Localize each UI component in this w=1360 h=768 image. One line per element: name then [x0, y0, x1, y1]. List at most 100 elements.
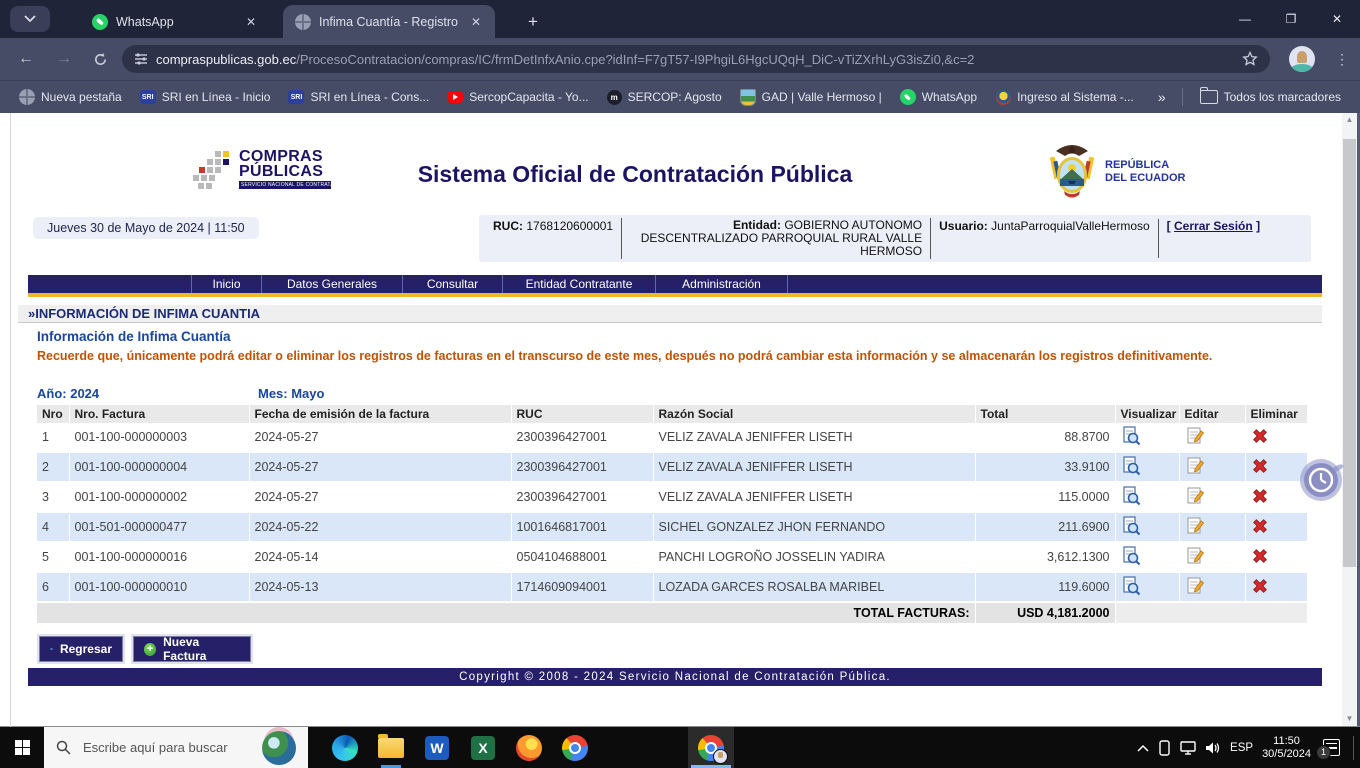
cell-total: 211.6900	[975, 512, 1115, 542]
edit-icon[interactable]	[1185, 495, 1205, 509]
delete-icon[interactable]	[1251, 524, 1269, 538]
bookmark-gad-valle-hermoso[interactable]: GAD | Valle Hermoso |	[731, 86, 891, 108]
scroll-down-icon[interactable]: ▼	[1342, 712, 1357, 726]
word-icon: W	[425, 736, 449, 760]
regresar-button[interactable]: Regresar	[39, 636, 123, 662]
cell-fecha: 2024-05-27	[249, 423, 511, 452]
restore-button[interactable]: ❐	[1268, 0, 1314, 38]
notification-center-icon[interactable]: 1	[1320, 739, 1340, 757]
taskbar-search[interactable]	[44, 727, 308, 768]
view-icon[interactable]	[1121, 495, 1141, 509]
taskbar-clock[interactable]: 11:50 30/5/2024	[1262, 735, 1311, 761]
taskbar-edge[interactable]	[322, 727, 368, 768]
logout-link[interactable]: Cerrar Sesión	[1174, 219, 1253, 233]
tab-infima-cuantia[interactable]: Infima Cuantía - Registro ✕	[283, 5, 495, 38]
edit-icon[interactable]	[1185, 435, 1205, 449]
language-indicator[interactable]: ESP	[1230, 742, 1253, 754]
taskbar-excel[interactable]: X	[460, 727, 506, 768]
volume-icon[interactable]	[1205, 741, 1221, 755]
network-icon[interactable]	[1180, 741, 1196, 755]
col-header-nro: Nro	[37, 405, 69, 423]
chrome-icon	[698, 735, 724, 761]
nav-item-administracion[interactable]: Administración	[655, 275, 788, 293]
cell-nro: 1	[37, 423, 69, 452]
view-icon[interactable]	[1121, 585, 1141, 599]
site-settings-icon[interactable]	[134, 52, 148, 66]
bookmark-nueva-pestana[interactable]: Nueva pestaña	[10, 86, 131, 108]
close-button[interactable]: ✕	[1314, 0, 1360, 38]
seal-text-line2: DEL ECUADOR	[1105, 172, 1185, 184]
cell-nro: 4	[37, 512, 69, 542]
bookmarks-overflow-button[interactable]: »	[1150, 89, 1174, 105]
delete-icon[interactable]	[1251, 434, 1269, 448]
bookmark-sri-consultas[interactable]: SRI SRI en Línea - Cons...	[279, 87, 438, 107]
edit-icon[interactable]	[1185, 585, 1205, 599]
bookmark-ingreso-sistema[interactable]: Ingreso al Sistema -...	[986, 86, 1143, 108]
cell-razon: VELIZ ZAVALA JENIFFER LISETH	[653, 452, 975, 482]
tab-close-icon[interactable]: ✕	[244, 15, 258, 29]
forward-icon[interactable]: →	[52, 47, 76, 71]
bookmark-whatsapp[interactable]: WhatsApp	[891, 86, 986, 108]
taskbar-explorer[interactable]	[368, 727, 414, 768]
cell-razon: LOZADA GARCES ROSALBA MARIBEL	[653, 572, 975, 602]
tab-search-button[interactable]	[10, 6, 50, 32]
start-button[interactable]	[0, 727, 44, 768]
view-icon[interactable]	[1121, 435, 1141, 449]
chevron-down-icon	[24, 15, 36, 23]
reload-icon[interactable]	[88, 47, 112, 71]
profile-avatar[interactable]	[1289, 46, 1315, 72]
search-icon	[56, 740, 71, 755]
delete-icon[interactable]	[1251, 554, 1269, 568]
cell-factura: 001-100-000000004	[69, 452, 249, 482]
page-border	[10, 113, 11, 727]
delete-icon[interactable]	[1251, 494, 1269, 508]
nav-item-consultar[interactable]: Consultar	[402, 275, 502, 293]
new-tab-button[interactable]: +	[520, 9, 546, 35]
edge-icon	[332, 735, 358, 761]
page-scrollbar[interactable]: ▲ ▼	[1342, 113, 1357, 726]
bookmark-sercopcapacita[interactable]: SercopCapacita - Yo...	[438, 87, 597, 107]
taskbar-chrome-active[interactable]	[688, 727, 734, 768]
tab-close-icon[interactable]: ✕	[469, 15, 483, 29]
minimize-button[interactable]: —	[1222, 0, 1268, 38]
table-row: 6 001-100-000000010 2024-05-13 171460909…	[37, 572, 1307, 602]
delete-icon[interactable]	[1251, 584, 1269, 598]
nav-item-entidad-contratante[interactable]: Entidad Contratante	[502, 275, 655, 293]
scrollbar-thumb[interactable]	[1343, 139, 1356, 567]
tray-expand-icon[interactable]	[1137, 744, 1149, 752]
browser-menu-icon[interactable]: ⋮	[1334, 46, 1350, 72]
search-input[interactable]	[81, 739, 235, 756]
url-text: compraspublicas.gob.ec/ProcesoContrataci…	[156, 52, 1234, 67]
bookmark-star-icon[interactable]	[1242, 51, 1258, 67]
nav-item-inicio[interactable]: Inicio	[191, 275, 261, 293]
phone-link-icon[interactable]	[1158, 740, 1171, 756]
bookmark-sercop-agosto[interactable]: m SERCOP: Agosto	[598, 87, 731, 108]
bookmark-sri-inicio[interactable]: SRI SRI en Línea - Inicio	[131, 87, 280, 107]
cell-ruc: 1001646817001	[511, 512, 653, 542]
bracket: [	[1167, 219, 1171, 233]
view-icon[interactable]	[1121, 465, 1141, 479]
tab-whatsapp[interactable]: WhatsApp ✕	[80, 5, 270, 38]
show-desktop-divider[interactable]	[1353, 736, 1354, 760]
view-icon[interactable]	[1121, 555, 1141, 569]
bookmarks-divider	[1182, 88, 1183, 106]
delete-icon[interactable]	[1251, 464, 1269, 478]
edit-icon[interactable]	[1185, 555, 1205, 569]
bookmark-label: SERCOP: Agosto	[628, 90, 722, 104]
view-icon[interactable]	[1121, 525, 1141, 539]
bookmark-label: Ingreso al Sistema -...	[1017, 90, 1134, 104]
url-bar[interactable]: compraspublicas.gob.ec/ProcesoContrataci…	[122, 45, 1270, 73]
nav-item-datos-generales[interactable]: Datos Generales	[261, 275, 402, 293]
edit-icon[interactable]	[1185, 525, 1205, 539]
taskbar-chrome[interactable]	[552, 727, 598, 768]
edit-icon[interactable]	[1185, 465, 1205, 479]
taskbar-word[interactable]: W	[414, 727, 460, 768]
back-icon[interactable]: ←	[14, 47, 38, 71]
regresar-label: Regresar	[60, 642, 112, 656]
floating-clock-widget[interactable]	[1299, 456, 1345, 502]
all-bookmarks-button[interactable]: Todos los marcadores	[1191, 87, 1350, 107]
nueva-factura-button[interactable]: + Nueva Factura	[133, 636, 251, 662]
weather-widget-icon[interactable]	[262, 731, 296, 765]
scroll-up-icon[interactable]: ▲	[1342, 113, 1357, 127]
taskbar-firefox[interactable]	[506, 727, 552, 768]
